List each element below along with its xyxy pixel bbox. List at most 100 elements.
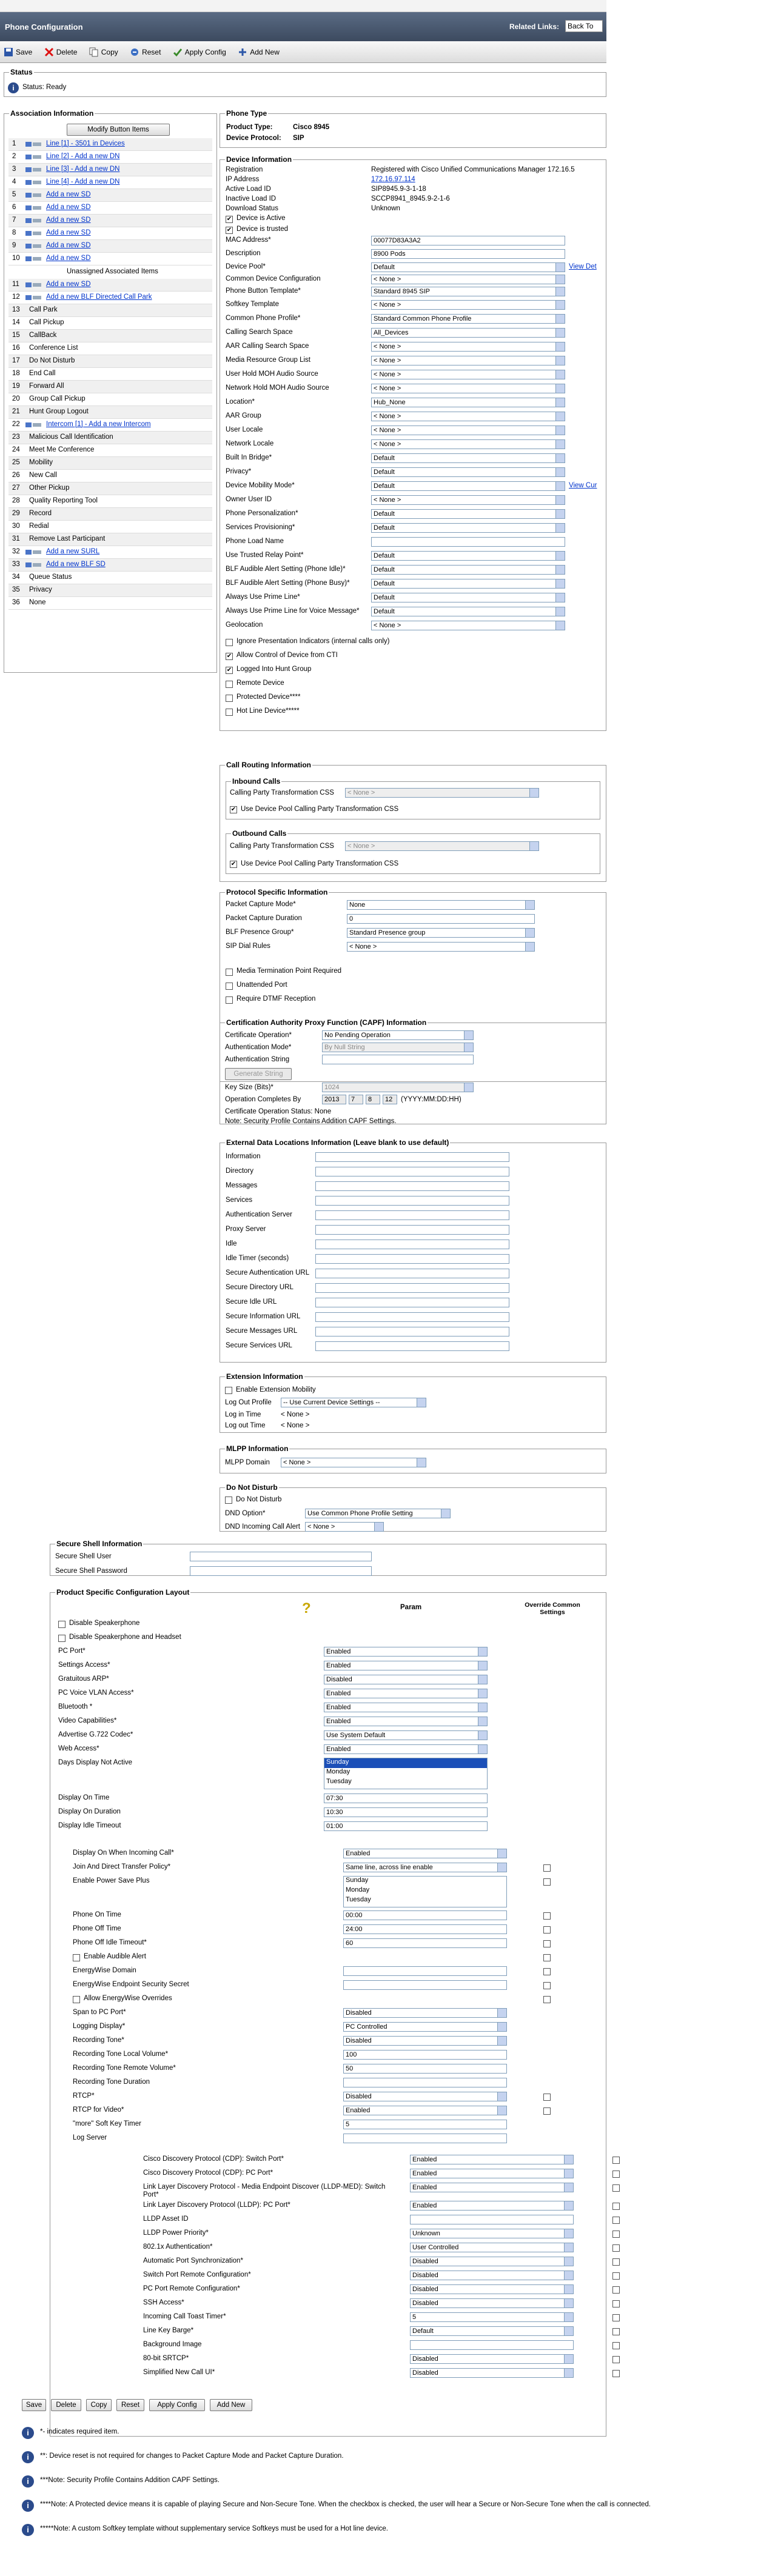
external-url-input[interactable] bbox=[315, 1225, 509, 1235]
product-field-input[interactable]: 24:00 bbox=[343, 1924, 507, 1934]
secure-shell-password-input[interactable] bbox=[190, 1566, 372, 1576]
product-field-select[interactable]: Enabled bbox=[324, 1744, 488, 1754]
day-option[interactable]: Sunday bbox=[324, 1758, 487, 1768]
device-option-checkbox[interactable]: ✔ bbox=[226, 667, 233, 674]
completes-month-input[interactable]: 7 bbox=[349, 1095, 363, 1104]
energywise-overrides-checkbox[interactable] bbox=[73, 1996, 80, 2003]
override-checkbox[interactable] bbox=[612, 2342, 620, 2349]
product-field-select[interactable]: Disabled bbox=[343, 2092, 507, 2101]
day-option[interactable]: Sunday bbox=[344, 1877, 506, 1886]
display-time-input[interactable]: 07:30 bbox=[324, 1794, 488, 1803]
bottom-delete-button[interactable]: Delete bbox=[51, 2399, 81, 2411]
authentication-string-input[interactable] bbox=[322, 1055, 474, 1064]
bottom-copy-button[interactable]: Copy bbox=[86, 2399, 112, 2411]
external-url-input[interactable] bbox=[315, 1327, 509, 1336]
device-field-select[interactable]: < None > bbox=[371, 621, 565, 630]
product-field-select[interactable]: Same line, across line enable bbox=[343, 1863, 507, 1872]
protocol-option-checkbox[interactable] bbox=[226, 996, 233, 1004]
display-time-input[interactable]: 10:30 bbox=[324, 1807, 488, 1817]
product-field-input[interactable] bbox=[410, 2340, 574, 2350]
product-field-select[interactable]: Enabled bbox=[343, 2106, 507, 2115]
view-current-link[interactable]: View Cur bbox=[569, 482, 597, 489]
protocol-field-select[interactable]: Standard Presence group bbox=[347, 928, 535, 938]
copy-button[interactable]: Copy bbox=[89, 41, 118, 63]
day-option[interactable]: Tuesday bbox=[324, 1778, 487, 1787]
energywise-domain-input[interactable] bbox=[343, 1966, 507, 1976]
device-option-checkbox[interactable] bbox=[226, 639, 233, 646]
association-link[interactable]: Add a new SURL bbox=[46, 548, 99, 555]
product-field-select[interactable]: Enabled bbox=[410, 2155, 574, 2164]
override-checkbox[interactable] bbox=[612, 2328, 620, 2335]
device-field-select[interactable]: Default bbox=[371, 565, 565, 575]
display-time-input[interactable]: 01:00 bbox=[324, 1821, 488, 1831]
override-checkbox[interactable] bbox=[612, 2171, 620, 2178]
device-field-select[interactable]: < None > bbox=[371, 342, 565, 352]
association-link[interactable]: Add a new SD bbox=[46, 242, 91, 249]
override-checkbox[interactable] bbox=[543, 1954, 551, 1961]
bottom-add-new-button[interactable]: Add New bbox=[210, 2399, 252, 2411]
apply-config-button[interactable]: Apply Config bbox=[173, 41, 226, 63]
audible-alert-checkbox[interactable] bbox=[73, 1954, 80, 1961]
day-option[interactable]: Monday bbox=[344, 1886, 506, 1896]
bottom-reset-button[interactable]: Reset bbox=[116, 2399, 144, 2411]
inbound-cpt-select[interactable]: < None > bbox=[345, 788, 539, 798]
override-checkbox[interactable] bbox=[543, 2107, 551, 2115]
device-field-select[interactable]: Default bbox=[371, 579, 565, 589]
product-field-input[interactable]: 00:00 bbox=[343, 1910, 507, 1920]
device-option-checkbox[interactable] bbox=[226, 695, 233, 702]
product-field-input[interactable] bbox=[410, 2215, 574, 2224]
phone-button-template-select[interactable]: Standard 8945 SIP bbox=[371, 287, 565, 296]
override-checkbox[interactable] bbox=[612, 2217, 620, 2224]
external-url-input[interactable] bbox=[315, 1254, 509, 1264]
product-field-select[interactable]: Default bbox=[410, 2326, 574, 2336]
external-url-input[interactable] bbox=[315, 1283, 509, 1293]
override-checkbox[interactable] bbox=[543, 1996, 551, 2003]
device-field-select[interactable]: < None > bbox=[371, 439, 565, 449]
external-url-input[interactable] bbox=[315, 1269, 509, 1278]
association-link[interactable]: Add a new SD bbox=[46, 216, 91, 224]
product-field-select[interactable]: Disabled bbox=[343, 2036, 507, 2046]
device-field-select[interactable]: < None > bbox=[371, 425, 565, 435]
product-field-select[interactable]: 5 bbox=[410, 2312, 574, 2322]
association-link[interactable]: Add a new SD bbox=[46, 281, 91, 288]
override-checkbox[interactable] bbox=[612, 2203, 620, 2210]
device-field-select[interactable]: Default bbox=[371, 593, 565, 602]
secure-shell-user-input[interactable] bbox=[190, 1552, 372, 1561]
device-info-value[interactable]: 172.16.97.114 bbox=[371, 176, 415, 183]
device-field-select[interactable]: < None > bbox=[371, 495, 565, 505]
external-url-input[interactable] bbox=[315, 1210, 509, 1220]
bottom-apply-config-button[interactable]: Apply Config bbox=[149, 2399, 205, 2411]
save-button[interactable]: Save bbox=[4, 41, 32, 63]
external-url-input[interactable] bbox=[315, 1341, 509, 1351]
product-field-select[interactable]: Disabled bbox=[324, 1675, 488, 1684]
authentication-mode-select[interactable]: By Null String bbox=[322, 1043, 474, 1052]
override-checkbox[interactable] bbox=[543, 1878, 551, 1886]
external-url-input[interactable] bbox=[315, 1312, 509, 1322]
days-display-listbox[interactable]: Sunday Monday Tuesday bbox=[324, 1758, 488, 1789]
override-checkbox[interactable] bbox=[612, 2370, 620, 2377]
device-field-select[interactable]: Hub_None bbox=[371, 398, 565, 407]
product-field-select[interactable]: Enabled bbox=[324, 1661, 488, 1670]
override-checkbox[interactable] bbox=[612, 2314, 620, 2321]
device-active-checkbox[interactable]: ✔ bbox=[226, 216, 233, 223]
bottom-save-button[interactable]: Save bbox=[22, 2399, 46, 2411]
dnd-option-select[interactable]: Use Common Phone Profile Setting bbox=[305, 1509, 451, 1518]
override-checkbox[interactable] bbox=[612, 2157, 620, 2164]
override-checkbox[interactable] bbox=[543, 1940, 551, 1947]
protocol-option-checkbox[interactable] bbox=[226, 969, 233, 976]
outbound-use-pool-checkbox[interactable]: ✔ bbox=[230, 861, 237, 868]
external-url-input[interactable] bbox=[315, 1240, 509, 1249]
mac-address-input[interactable]: 00077D83A3A2 bbox=[371, 236, 565, 245]
external-url-input[interactable] bbox=[315, 1196, 509, 1206]
product-field-input[interactable]: 100 bbox=[343, 2050, 507, 2060]
product-field-select[interactable]: PC Controlled bbox=[343, 2022, 507, 2032]
device-field-select[interactable]: < None > bbox=[371, 384, 565, 393]
product-field-select[interactable]: Enabled bbox=[410, 2201, 574, 2211]
override-checkbox[interactable] bbox=[612, 2356, 620, 2363]
association-link[interactable]: Add a new SD bbox=[46, 204, 91, 211]
override-checkbox[interactable] bbox=[612, 2258, 620, 2266]
override-checkbox[interactable] bbox=[543, 2094, 551, 2101]
device-field-select[interactable]: Default bbox=[371, 551, 565, 561]
day-option[interactable]: Monday bbox=[324, 1768, 487, 1778]
day-option[interactable]: Tuesday bbox=[344, 1896, 506, 1906]
